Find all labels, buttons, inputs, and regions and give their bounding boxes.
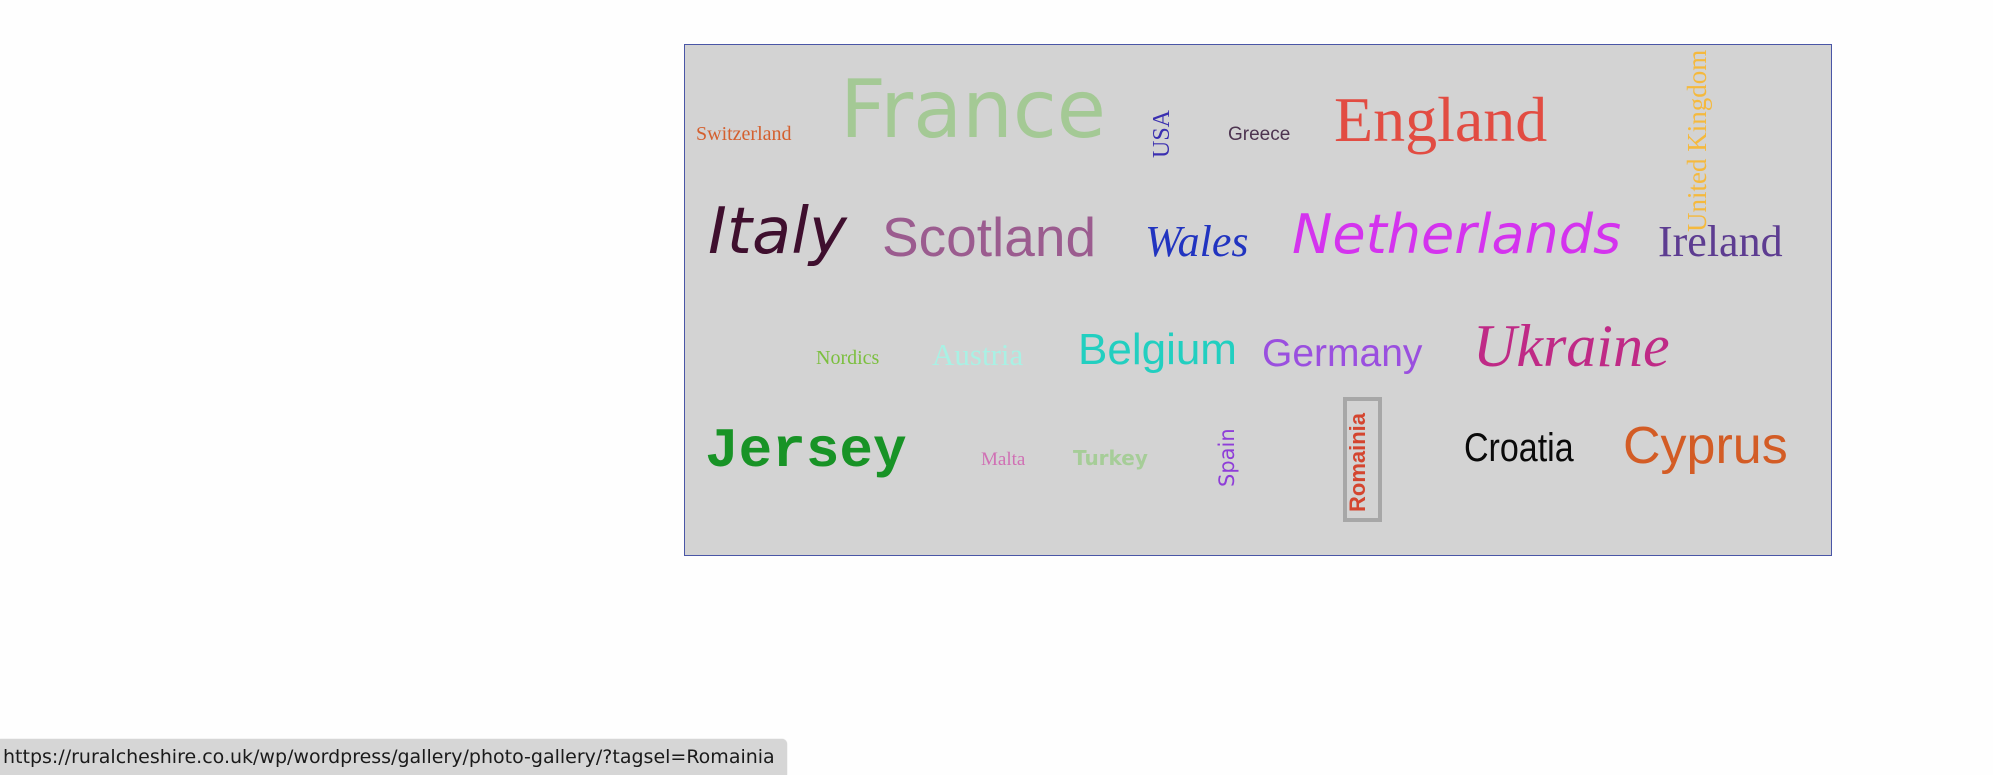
- status-bar-url: https://ruralcheshire.co.uk/wp/wordpress…: [0, 739, 787, 775]
- tag-austria[interactable]: Austria: [932, 339, 1023, 370]
- tag-usa[interactable]: USA: [1149, 110, 1175, 158]
- tag-ukraine[interactable]: Ukraine: [1473, 316, 1670, 376]
- tag-spain[interactable]: Spain: [1215, 428, 1239, 487]
- tag-netherlands[interactable]: Netherlands: [1292, 208, 1621, 262]
- tag-italy[interactable]: Italy: [708, 200, 847, 264]
- tag-france[interactable]: France: [840, 70, 1106, 150]
- tag-germany[interactable]: Germany: [1262, 334, 1422, 373]
- tag-romainia[interactable]: Romainia: [1345, 413, 1370, 512]
- tag-wales[interactable]: Wales: [1145, 220, 1249, 264]
- tag-belgium[interactable]: Belgium: [1078, 328, 1237, 372]
- tag-scotland[interactable]: Scotland: [882, 210, 1096, 265]
- tag-nordics[interactable]: Nordics: [816, 348, 879, 368]
- tag-malta[interactable]: Malta: [981, 450, 1025, 469]
- tag-switzerland[interactable]: Switzerland: [696, 124, 792, 144]
- tag-turkey[interactable]: Turkey: [1073, 448, 1148, 468]
- tag-cyprus[interactable]: Cyprus: [1623, 420, 1788, 472]
- tag-england[interactable]: England: [1334, 88, 1547, 152]
- tag-croatia[interactable]: Croatia: [1464, 428, 1574, 468]
- tag-united-kingdom[interactable]: United Kingdom: [1682, 50, 1712, 232]
- tag-ireland[interactable]: Ireland: [1658, 220, 1783, 264]
- tag-greece[interactable]: Greece: [1228, 125, 1290, 144]
- tag-jersey[interactable]: Jersey: [705, 423, 907, 479]
